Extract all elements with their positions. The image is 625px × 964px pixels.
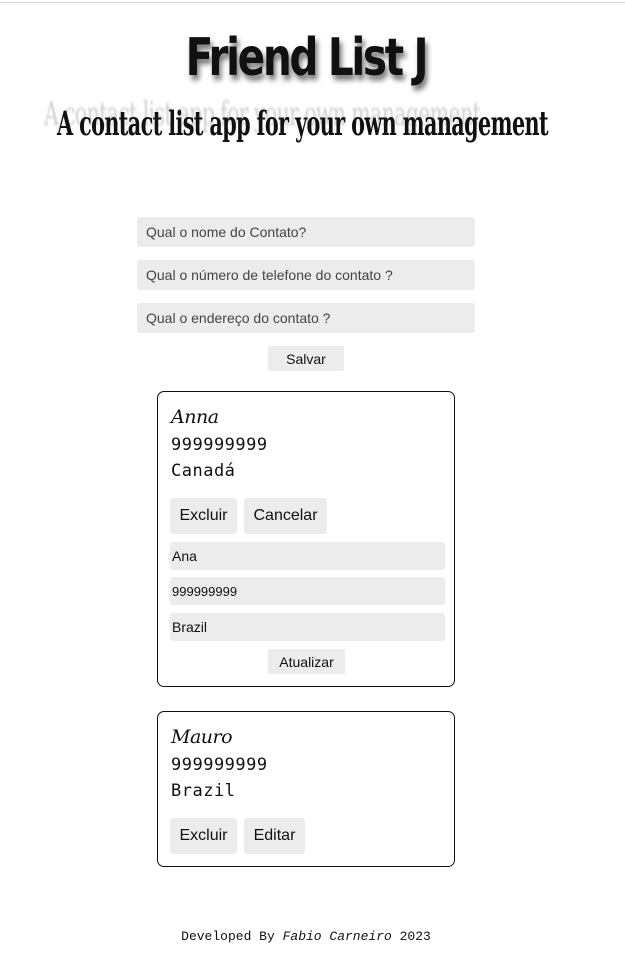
top-divider xyxy=(0,2,625,3)
contact-phone: 999999999 xyxy=(171,435,268,455)
page-header: Friend List J A contact list app for you… xyxy=(0,20,625,150)
edit-name-input[interactable] xyxy=(170,542,445,570)
contact-address: Canadá xyxy=(171,461,236,481)
footer-author: Fabio Carneiro xyxy=(282,929,392,944)
page-footer: Developed By Fabio Carneiro 2023 xyxy=(0,929,612,944)
update-button[interactable]: Atualizar xyxy=(268,649,345,674)
app-title: Friend List J xyxy=(185,28,429,88)
contact-name: Anna xyxy=(171,406,219,428)
new-contact-form xyxy=(137,217,475,346)
contact-phone-input[interactable] xyxy=(137,260,475,290)
contact-address: Brazil xyxy=(171,781,236,801)
footer-prefix: Developed By xyxy=(181,929,275,944)
delete-button[interactable]: Excluir xyxy=(170,818,237,854)
edit-address-input[interactable] xyxy=(170,613,445,641)
contact-name-input[interactable] xyxy=(137,217,475,247)
contact-address-input[interactable] xyxy=(137,303,475,333)
contact-phone: 999999999 xyxy=(171,755,268,775)
contact-name: Mauro xyxy=(171,726,233,748)
edit-button[interactable]: Editar xyxy=(244,818,305,854)
contact-card: Anna 999999999 Canadá Excluir Cancelar A… xyxy=(157,391,455,687)
delete-button[interactable]: Excluir xyxy=(170,498,237,534)
contact-card: Mauro 999999999 Brazil Excluir Editar xyxy=(157,711,455,867)
cancel-button[interactable]: Cancelar xyxy=(244,498,327,534)
footer-year: 2023 xyxy=(399,929,431,944)
edit-phone-input[interactable] xyxy=(170,577,445,605)
save-button[interactable]: Salvar xyxy=(268,346,344,371)
app-subtitle: A contact list app for your own manageme… xyxy=(57,104,549,144)
